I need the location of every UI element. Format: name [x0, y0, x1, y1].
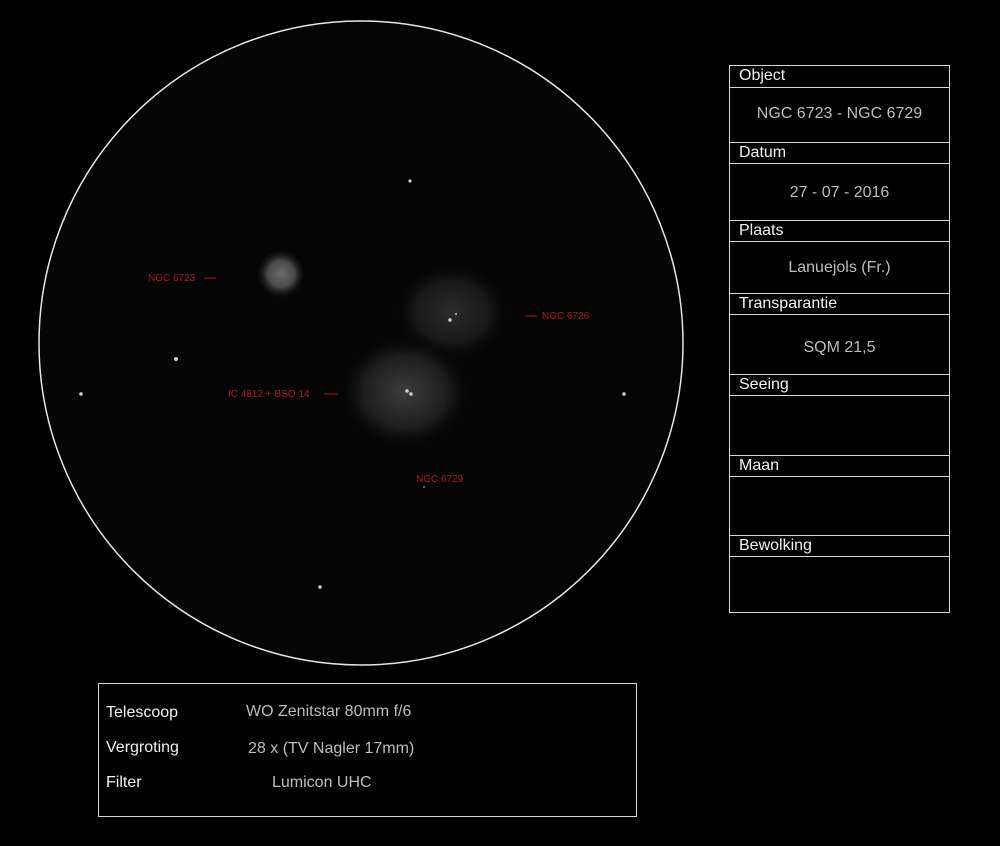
vergroting-label: Vergroting	[106, 739, 179, 756]
star	[448, 318, 452, 322]
transparantie-label: Transparantie	[730, 293, 949, 315]
filter-label: Filter	[106, 774, 142, 791]
star	[79, 392, 83, 396]
star	[405, 389, 409, 393]
label-ngc6729: NGC 6729	[416, 474, 464, 485]
datum-value: 27 - 07 - 2016	[789, 184, 890, 201]
telescoop-value: WO Zenitstar 80mm f/6	[246, 703, 412, 720]
star	[423, 486, 425, 488]
object-value: NGC 6723 - NGC 6729	[756, 105, 923, 122]
maan-label: Maan	[730, 455, 949, 477]
equipment-box: Telescoop WO Zenitstar 80mm f/6 Vergroti…	[98, 683, 637, 817]
vergroting-value: 28 x (TV Nagler 17mm)	[248, 740, 415, 757]
star	[622, 392, 626, 396]
nebula-ic4812	[335, 332, 475, 452]
label-ngc6723: NGC 6723	[148, 273, 196, 284]
telescoop-label: Telescoop	[106, 704, 179, 721]
bewolking-label: Bewolking	[730, 535, 949, 557]
star	[318, 585, 322, 589]
plaats-label: Plaats	[730, 220, 949, 242]
star	[174, 357, 178, 361]
label-ngc6726: NGC 6726	[542, 311, 590, 322]
star	[409, 392, 413, 396]
datum-label: Datum	[730, 142, 949, 164]
plaats-value: Lanuejols (Fr.)	[788, 259, 891, 276]
object-label: Object	[730, 66, 949, 88]
observation-info-panel: Object NGC 6723 - NGC 6729 Datum 27 - 07…	[729, 65, 950, 613]
star	[455, 313, 457, 315]
filter-value: Lumicon UHC	[272, 774, 372, 791]
transparantie-value: SQM 21,5	[803, 339, 876, 356]
seeing-label: Seeing	[730, 374, 949, 396]
star	[408, 179, 412, 183]
field-circle	[38, 20, 684, 666]
globular-ngc6723	[257, 250, 305, 298]
label-ic4812: IC 4812 + BSO 14	[228, 389, 310, 400]
